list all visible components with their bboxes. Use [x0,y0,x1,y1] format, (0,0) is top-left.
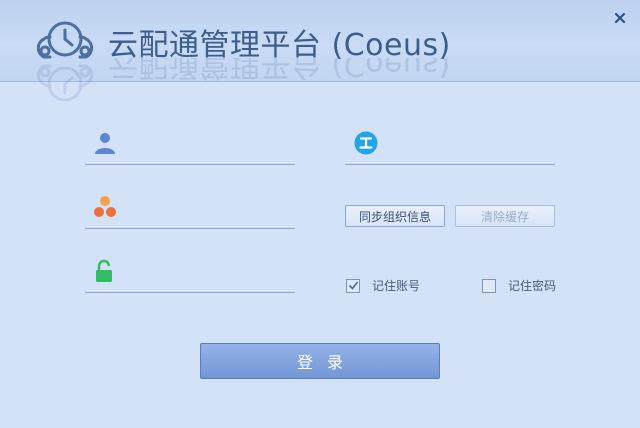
cloud-clock-logo-icon [36,21,94,59]
remember-password-option[interactable]: 记住密码 [482,277,556,294]
login-button[interactable]: 登录 [200,343,440,379]
user-icon [95,133,115,154]
remember-account-checkbox[interactable] [346,278,360,293]
server-field [345,128,555,165]
app-title-reflection: 云配通管理平台 (Coeus) [108,58,451,81]
organization-input[interactable] [125,198,289,222]
remember-password-label: 记住密码 [508,279,557,293]
username-input[interactable] [125,134,289,158]
cloud-clock-logo-reflection-icon [36,64,94,102]
sync-org-button[interactable]: 同步组织信息 [345,205,445,227]
remember-account-label: 记住账号 [372,279,421,293]
server-icon [354,131,378,155]
password-input[interactable] [125,262,289,286]
close-icon [614,12,626,24]
organization-field [85,192,295,229]
close-button[interactable] [610,8,630,28]
unlock-icon [96,259,112,282]
password-field [85,256,295,293]
organization-icon [94,196,116,217]
remember-account-option[interactable]: 记住账号 [346,277,420,294]
username-field [85,128,295,165]
clear-cache-button[interactable]: 清除缓存 [455,205,555,227]
server-input[interactable] [385,134,549,158]
remember-password-checkbox[interactable] [482,278,496,293]
checkmark-icon [348,281,358,290]
title-bar: 云配通管理平台 (Coeus) 云配通管理平台 (Coeus) [0,0,640,102]
